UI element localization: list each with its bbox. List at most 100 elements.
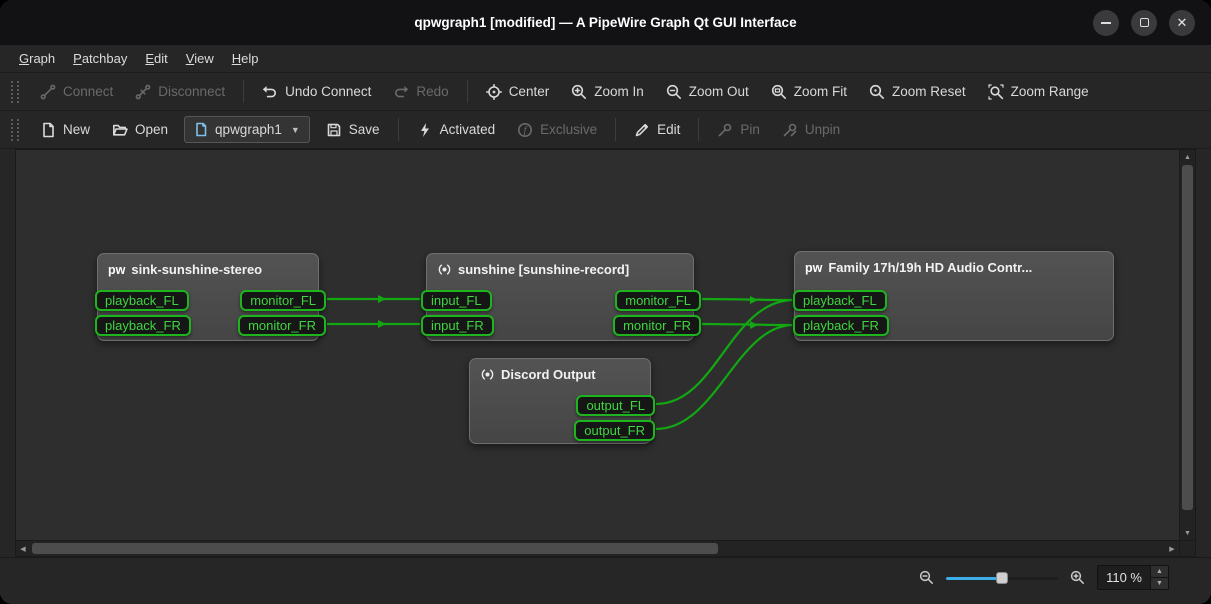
zoom-spinbox[interactable]: 110 % ▲ ▼ bbox=[1097, 565, 1169, 590]
new-patchbay-button[interactable]: New bbox=[30, 116, 100, 144]
connection-wire[interactable] bbox=[702, 299, 792, 300]
minimize-button[interactable] bbox=[1093, 10, 1119, 36]
maximize-button[interactable] bbox=[1131, 10, 1157, 36]
zoom-range-icon bbox=[988, 84, 1004, 100]
zoom-out-mini-icon[interactable] bbox=[919, 570, 934, 585]
scrollbar-corner bbox=[1179, 540, 1195, 556]
pushpin-icon bbox=[717, 122, 733, 138]
port-output-fl[interactable]: output_FL bbox=[576, 395, 655, 416]
pipewire-icon: pw bbox=[805, 261, 822, 275]
node-discord-output[interactable]: Discord Output output_FL output_FR bbox=[469, 358, 651, 444]
spin-buttons: ▲ ▼ bbox=[1150, 566, 1168, 589]
node-title: sink-sunshine-stereo bbox=[131, 262, 262, 277]
zoom-in-button[interactable]: Zoom In bbox=[561, 78, 654, 106]
zoom-fit-icon bbox=[771, 84, 787, 100]
close-icon: ✕ bbox=[1177, 16, 1188, 29]
port-input-fr[interactable]: input_FR bbox=[421, 315, 494, 336]
zoom-in-mini-icon[interactable] bbox=[1070, 570, 1085, 585]
exclusive-toggle[interactable]: f Exclusive bbox=[507, 116, 607, 144]
undo-arrow-icon bbox=[262, 84, 278, 100]
pencil-icon bbox=[634, 122, 650, 138]
window-title: qpwgraph1 [modified] — A PipeWire Graph … bbox=[414, 15, 796, 30]
vertical-scrollbar[interactable]: ▲ ▼ bbox=[1179, 150, 1195, 540]
port-playback-fl[interactable]: playback_FL bbox=[95, 290, 189, 311]
node-sunshine-record[interactable]: sunshine [sunshine-record] input_FL inpu… bbox=[426, 253, 694, 341]
unpin-button[interactable]: Unpin bbox=[772, 116, 850, 144]
undo-connect-button[interactable]: Undo Connect bbox=[252, 78, 381, 106]
port-input-fl[interactable]: input_FL bbox=[421, 290, 492, 311]
redo-button[interactable]: Redo bbox=[383, 78, 458, 106]
zoom-range-button[interactable]: Zoom Range bbox=[978, 78, 1099, 106]
patchbay-profile-dropdown[interactable]: qpwgraph1 ▼ bbox=[184, 116, 310, 143]
menu-help[interactable]: Help bbox=[223, 47, 268, 70]
lightning-icon bbox=[417, 122, 433, 138]
scroll-left-button[interactable]: ◀ bbox=[16, 541, 30, 556]
port-monitor-fr[interactable]: monitor_FR bbox=[613, 315, 701, 336]
zoom-reset-icon bbox=[869, 84, 885, 100]
scroll-right-button[interactable]: ▶ bbox=[1165, 541, 1179, 556]
window-controls: ✕ bbox=[1093, 0, 1195, 45]
connect-cable-icon bbox=[40, 84, 56, 100]
disconnect-cable-icon bbox=[135, 84, 151, 100]
port-playback-fr[interactable]: playback_FR bbox=[95, 315, 191, 336]
pipewire-icon: pw bbox=[108, 263, 125, 277]
slider-handle[interactable] bbox=[996, 572, 1008, 584]
zoom-value[interactable]: 110 % bbox=[1098, 566, 1150, 589]
horizontal-scrollbar[interactable]: ◀ ▶ bbox=[16, 540, 1179, 556]
pin-button[interactable]: Pin bbox=[707, 116, 770, 144]
menu-patchbay[interactable]: Patchbay bbox=[64, 47, 136, 70]
menu-edit[interactable]: Edit bbox=[136, 47, 176, 70]
spin-up-button[interactable]: ▲ bbox=[1151, 566, 1168, 577]
node-title: Family 17h/19h HD Audio Contr... bbox=[828, 260, 1032, 275]
wire-arrowhead bbox=[750, 296, 758, 304]
scroll-down-button[interactable]: ▼ bbox=[1180, 526, 1195, 540]
center-button[interactable]: Center bbox=[476, 78, 560, 106]
zoom-slider[interactable] bbox=[946, 570, 1058, 586]
toolbar-handle[interactable] bbox=[11, 81, 19, 103]
open-folder-icon bbox=[112, 122, 128, 138]
node-title: Discord Output bbox=[501, 367, 596, 382]
node-header: sunshine [sunshine-record] bbox=[427, 254, 693, 281]
graph-toolbar: Connect Disconnect Undo Connect Redo bbox=[0, 73, 1211, 111]
toolbar-separator bbox=[615, 118, 616, 141]
port-output-fr[interactable]: output_FR bbox=[574, 420, 655, 441]
disconnect-button[interactable]: Disconnect bbox=[125, 78, 235, 106]
spin-down-button[interactable]: ▼ bbox=[1151, 577, 1168, 589]
open-patchbay-button[interactable]: Open bbox=[102, 116, 178, 144]
slider-fill bbox=[946, 577, 1002, 580]
node-family-hd-audio[interactable]: pw Family 17h/19h HD Audio Contr... play… bbox=[794, 251, 1114, 341]
zoom-out-icon bbox=[666, 84, 682, 100]
edit-patchbay-button[interactable]: Edit bbox=[624, 116, 690, 144]
toolbar-separator bbox=[243, 80, 244, 103]
port-playback-fr[interactable]: playback_FR bbox=[793, 315, 889, 336]
record-icon bbox=[437, 262, 452, 277]
hscroll-thumb[interactable] bbox=[32, 543, 718, 554]
graph-canvas[interactable]: pw sink-sunshine-stereo playback_FL play… bbox=[16, 150, 1179, 540]
menu-view[interactable]: View bbox=[177, 47, 223, 70]
svg-text:f: f bbox=[524, 125, 528, 136]
app-window: qpwgraph1 [modified] — A PipeWire Graph … bbox=[0, 0, 1211, 604]
maximize-icon bbox=[1140, 18, 1149, 27]
vscroll-thumb[interactable] bbox=[1182, 165, 1193, 510]
node-sink-sunshine-stereo[interactable]: pw sink-sunshine-stereo playback_FL play… bbox=[97, 253, 319, 341]
menu-graph[interactable]: Graph bbox=[10, 47, 64, 70]
port-monitor-fl[interactable]: monitor_FL bbox=[615, 290, 701, 311]
connect-button[interactable]: Connect bbox=[30, 78, 123, 106]
scroll-up-button[interactable]: ▲ bbox=[1180, 150, 1195, 164]
save-floppy-icon bbox=[326, 122, 342, 138]
node-title: sunshine [sunshine-record] bbox=[458, 262, 629, 277]
zoom-fit-button[interactable]: Zoom Fit bbox=[761, 78, 857, 106]
port-monitor-fl[interactable]: monitor_FL bbox=[240, 290, 326, 311]
redo-arrow-icon bbox=[393, 84, 409, 100]
port-monitor-fr[interactable]: monitor_FR bbox=[238, 315, 326, 336]
activated-toggle[interactable]: Activated bbox=[407, 116, 506, 144]
port-playback-fl[interactable]: playback_FL bbox=[793, 290, 887, 311]
zoom-out-button[interactable]: Zoom Out bbox=[656, 78, 759, 106]
node-header: pw sink-sunshine-stereo bbox=[98, 254, 318, 281]
zoom-reset-button[interactable]: Zoom Reset bbox=[859, 78, 976, 106]
titlebar[interactable]: qpwgraph1 [modified] — A PipeWire Graph … bbox=[0, 0, 1211, 45]
pushpin-off-icon bbox=[782, 122, 798, 138]
save-patchbay-button[interactable]: Save bbox=[316, 116, 390, 144]
toolbar-handle[interactable] bbox=[11, 119, 19, 141]
close-button[interactable]: ✕ bbox=[1169, 10, 1195, 36]
